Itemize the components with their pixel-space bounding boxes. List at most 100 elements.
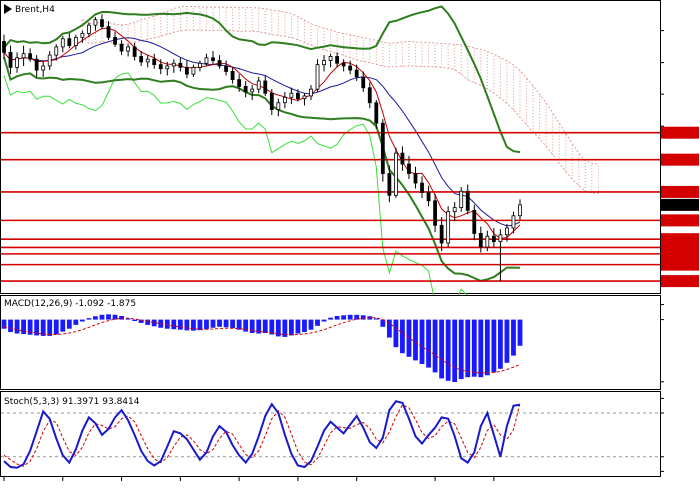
candle-body (211, 57, 215, 61)
macd-bar (445, 319, 451, 381)
time-axis (3, 477, 495, 481)
macd-bar (491, 319, 497, 373)
candle-body (348, 65, 353, 71)
macd-bar (93, 316, 98, 320)
macd-bar (439, 319, 445, 379)
macd-bar (230, 319, 236, 329)
macd-bar (504, 319, 510, 363)
macd-bar (360, 315, 366, 320)
candle-body (302, 95, 307, 100)
macd-bar (262, 319, 268, 334)
macd-bar (452, 319, 458, 382)
macd-bar (484, 319, 490, 376)
candle-body (452, 207, 457, 213)
macd-bar (40, 319, 46, 336)
candle-body (67, 38, 72, 46)
macd-bar (498, 319, 503, 369)
candle-body (100, 19, 104, 27)
macd-bar (465, 319, 471, 378)
current-price-bg (661, 198, 699, 211)
candle-body (60, 38, 65, 48)
macd-bar (426, 319, 431, 368)
candle-body (387, 173, 392, 196)
price-axis (660, 30, 699, 211)
macd-bar (204, 319, 209, 330)
macd-bar (145, 319, 151, 325)
candle-body (184, 66, 189, 75)
candle-body (309, 88, 313, 97)
candle-body (380, 122, 385, 174)
candle-body (2, 41, 6, 53)
macd-bar (79, 319, 85, 322)
stoch-panel: Stoch(5,3,3) 91.3971 93.8414 (0, 391, 664, 477)
macd-panel-border (0, 295, 661, 390)
macd-bar (184, 319, 190, 331)
candle-body (400, 152, 405, 165)
candle-body (361, 76, 366, 89)
candle-body (237, 79, 242, 87)
macd-bar (99, 314, 105, 320)
candle-body (41, 65, 46, 71)
candle-body (296, 92, 300, 100)
level-label-bg (661, 153, 699, 166)
macd-bar (132, 319, 138, 322)
candle-body (106, 26, 111, 38)
candle-body (374, 102, 379, 124)
macd-bar (223, 319, 229, 328)
level-label-bg (661, 214, 699, 227)
macd-bar (511, 319, 516, 356)
candle-body (505, 227, 509, 236)
candle-body (230, 71, 235, 81)
level-label-bg (661, 126, 699, 139)
macd-bar (334, 316, 340, 320)
candle-body (511, 215, 516, 229)
macd-bar (308, 319, 314, 330)
candle-body (217, 60, 222, 67)
level-label-bg (661, 247, 699, 260)
macd-bar (73, 319, 79, 325)
candle-body (322, 60, 326, 66)
macd-bar (295, 319, 301, 334)
candle-body (119, 43, 124, 52)
candle-body (269, 92, 274, 110)
candle-body (459, 190, 464, 208)
candle-body (472, 209, 477, 234)
macd-bar (53, 319, 59, 335)
macd-bar (432, 319, 438, 373)
candle-body (87, 24, 91, 34)
candle-body (250, 88, 255, 93)
macd-bar (197, 319, 203, 331)
candle-body (426, 192, 431, 202)
macd-bar (106, 314, 111, 320)
candle-body (433, 200, 437, 226)
macd-bar (347, 314, 353, 320)
chart-canvas: Brent,H4 MACD(12,26,9) -1.092 -1.875 Sto… (0, 0, 699, 481)
candle-body (413, 173, 418, 184)
candle-body (21, 53, 26, 59)
candle-body (126, 46, 131, 52)
candle-body (243, 86, 248, 93)
macd-label: MACD(12,26,9) -1.092 -1.875 (4, 299, 136, 309)
candle-body (15, 57, 19, 68)
macd-bar (393, 319, 399, 348)
macd-bar (177, 319, 183, 330)
macd-bar (478, 319, 484, 378)
candle-body (315, 64, 320, 90)
macd-bar (328, 317, 333, 320)
macd-bar (517, 319, 523, 346)
macd-bar (210, 319, 216, 328)
macd-bar (14, 319, 20, 334)
candle-body (282, 96, 287, 104)
candle-body (341, 62, 346, 67)
candle-body (485, 235, 490, 248)
candle-body (73, 36, 78, 46)
macd-panel: MACD(12,26,9) -1.092 -1.875 (0, 295, 664, 390)
candle-body (171, 62, 176, 67)
candle-body (276, 102, 281, 110)
symbol-label: Brent,H4 (15, 5, 55, 15)
candle-body (491, 235, 496, 243)
macd-bar (315, 319, 320, 326)
level-label-bg (661, 185, 699, 198)
candle-body (165, 65, 170, 70)
macd-bar (47, 319, 53, 336)
